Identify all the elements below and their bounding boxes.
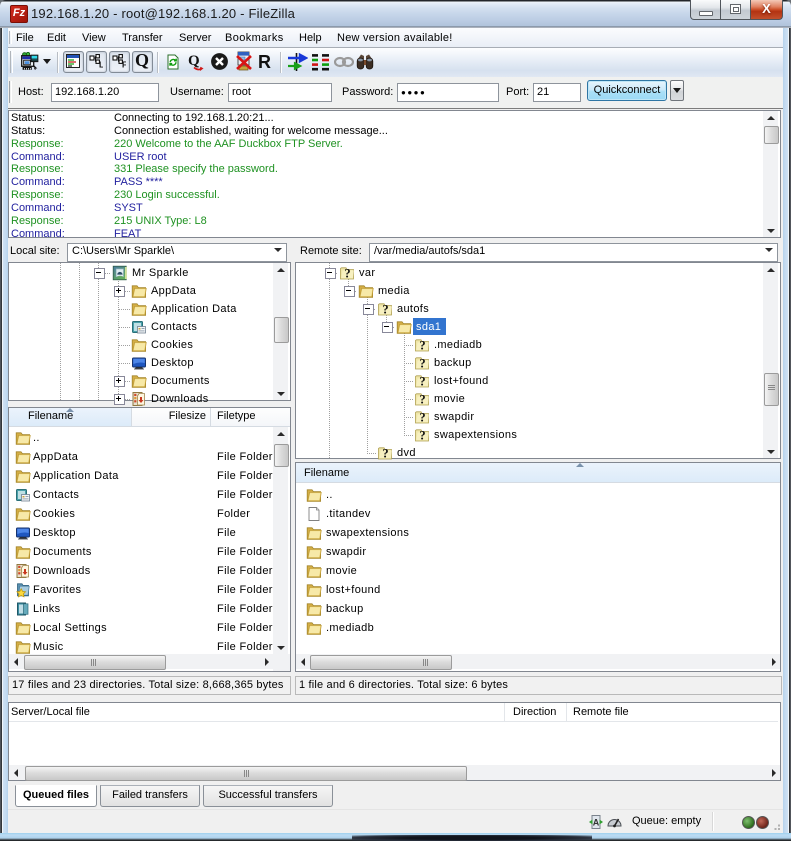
svg-text:L: L: [99, 61, 103, 68]
svg-text:F: F: [122, 61, 126, 68]
svg-text:A: A: [593, 818, 600, 828]
svg-text:Q: Q: [188, 53, 200, 69]
